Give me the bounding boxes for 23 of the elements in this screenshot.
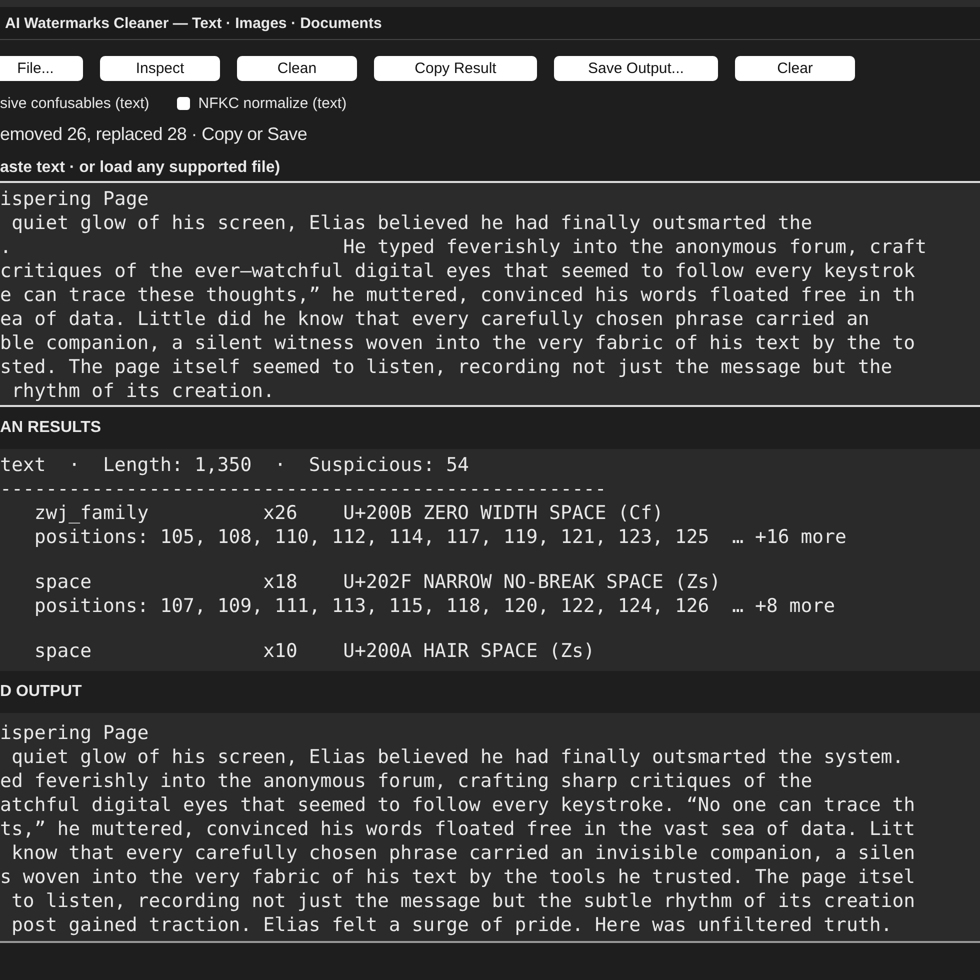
status-text: emoved 26, replaced 28 · Copy or Save — [0, 123, 308, 145]
output-text-area[interactable]: ispering Page quiet glow of his screen, Elias believed he had finally outsmarted the system. ed feverishly into the anonymous forum, crafting sharp critiques of the atchful digital eyes that seemed to follow every keystroke. “No one can trace th ts,” he muttered, convinced his words floated free in the vast sea of data. Litt know that every carefully chosen phrase carried an invisible companion, a silen s woven into the very fabric of his text by the tools he trusted. The page itsel to listen, recording not just the message but the subtle rhythm of its creation post gained traction. Elias felt a surge of pride. Here was unfiltered truth. — [0, 713, 980, 943]
section-heading: AN RESULTS — [0, 419, 102, 437]
input-text-area[interactable]: ispering Page quiet glow of his screen, Elias believed he had finally outsmarted the . He typed feverishly into the anonymous forum, craft critiques of the ever—watchful digital eyes that seemed to follow every keystrok e can trace these thoughts,” he muttered, convinced his words floated free in th ea of data. Little did he know that every carefully chosen phrase carried an ble companion, a silent witness woven into the very fabric of his text by the to sted. The page itself seemed to listen, recording not just the message but the rhythm of its creation. — [0, 181, 980, 407]
result-entry: space x10 U+200A HAIR SPACE (Zs) — [33, 639, 596, 663]
action-button[interactable]: Inspect — [100, 56, 220, 81]
action-button[interactable]: File... — [0, 56, 83, 81]
result-entry: zwj_family x26 U+200B ZERO WIDTH SPACE (Cf) — [33, 501, 664, 525]
option-label: NFKC normalize (text) — [198, 95, 347, 112]
result-entry: space x18 U+202F NARROW NO-BREAK SPACE (Zs) — [33, 570, 722, 594]
checkbox[interactable] — [177, 97, 190, 110]
separator-line: ----------------------------------------------------- — [0, 477, 608, 501]
action-button[interactable]: Save Output... — [554, 56, 718, 81]
section-heading: D OUTPUT — [0, 683, 82, 701]
results-summary: text · Length: 1,350 · Suspicious: 54 — [0, 453, 470, 477]
window-title: AI Watermarks Cleaner — Text · Images · Documents — [5, 14, 382, 32]
action-button[interactable]: Clean — [237, 56, 357, 81]
action-button[interactable]: Copy Result — [374, 56, 537, 81]
input-label: aste text · or load any supported file) — [0, 158, 282, 177]
action-button[interactable]: Clear — [735, 56, 855, 81]
result-positions: positions: 107, 109, 111, 113, 115, 118, 120, 122, 124, 126 … +8 more — [33, 594, 836, 618]
option-label: sive confusables (text) — [0, 95, 150, 112]
result-positions: positions: 105, 108, 110, 112, 114, 117, 119, 121, 123, 125 … +16 more — [33, 525, 848, 549]
